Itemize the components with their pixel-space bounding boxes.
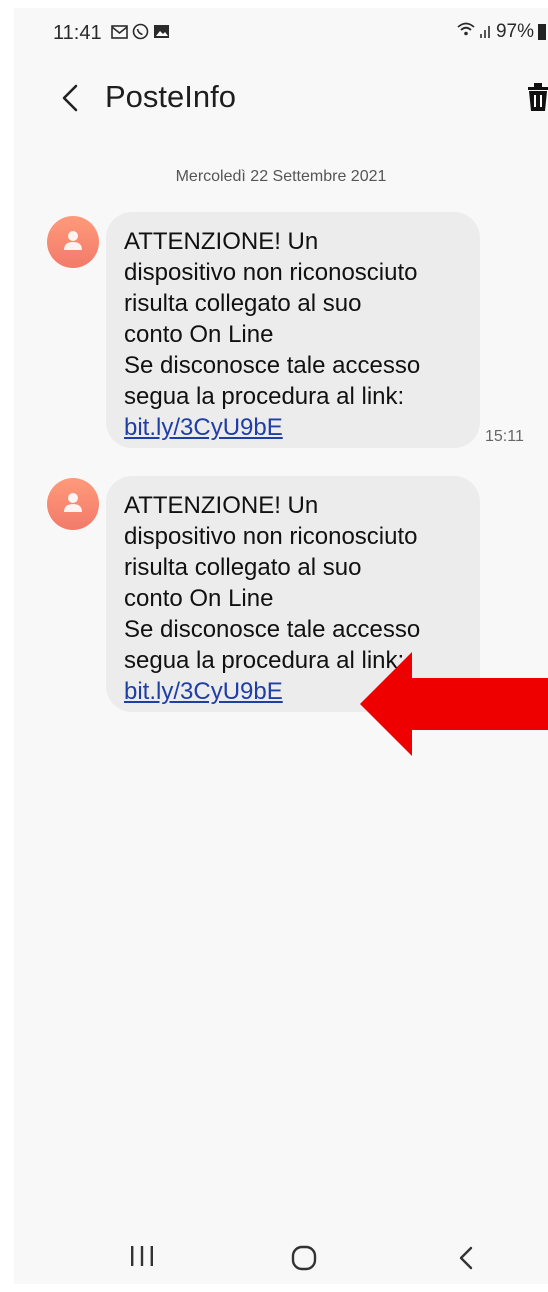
message-link[interactable]: bit.ly/3CyU9bE: [124, 414, 283, 441]
message-bubble[interactable]: ATTENZIONE! Un dispositivo non riconosci…: [106, 212, 480, 448]
message-line: conto On Line: [124, 321, 274, 348]
date-separator: Mercoledì 22 Settembre 2021: [175, 168, 387, 185]
notification-icons: [111, 23, 170, 45]
status-time: 11:41: [53, 22, 102, 44]
home-button[interactable]: [290, 1244, 318, 1272]
battery-text: 97%: [495, 21, 534, 42]
back-button[interactable]: [54, 78, 84, 118]
red-arrow-annotation: [360, 652, 548, 756]
whatsapp-icon: [132, 23, 149, 45]
gallery-icon: [153, 24, 170, 44]
message-line: Se disconosce tale accesso: [124, 616, 421, 643]
sender-avatar[interactable]: [47, 216, 99, 268]
delete-icon[interactable]: [526, 80, 548, 114]
message-link[interactable]: bit.ly/3CyU9bE: [124, 678, 283, 705]
signal-icon: [479, 24, 492, 41]
nav-back-button[interactable]: [456, 1244, 476, 1272]
status-right: 97%: [456, 21, 546, 43]
message-time: 15:11: [485, 428, 524, 445]
sender-avatar[interactable]: [47, 478, 99, 530]
person-icon: [64, 493, 82, 512]
message-line: conto On Line: [124, 585, 274, 612]
message-line: ATTENZIONE! Un: [124, 492, 319, 519]
battery-icon: [538, 24, 546, 40]
gmail-icon: [111, 24, 128, 44]
message-line: dispositivo non riconosciuto: [124, 523, 418, 550]
message-line: ATTENZIONE! Un: [124, 228, 319, 255]
message-line: segua la procedura al link:: [124, 383, 405, 410]
message-line: risulta collegato al suo: [124, 554, 362, 581]
person-icon: [64, 231, 82, 250]
message-line: risulta collegato al suo: [124, 290, 362, 317]
message-line: Se disconosce tale accesso: [124, 352, 421, 379]
recents-button[interactable]: [128, 1244, 156, 1268]
conversation-title: PosteInfo: [105, 79, 236, 114]
message-line: dispositivo non riconosciuto: [124, 259, 418, 286]
phone-screen: 11:41 97% PosteInfo Mercoledì 22 Settemb…: [14, 8, 548, 1284]
wifi-icon: [456, 21, 476, 43]
